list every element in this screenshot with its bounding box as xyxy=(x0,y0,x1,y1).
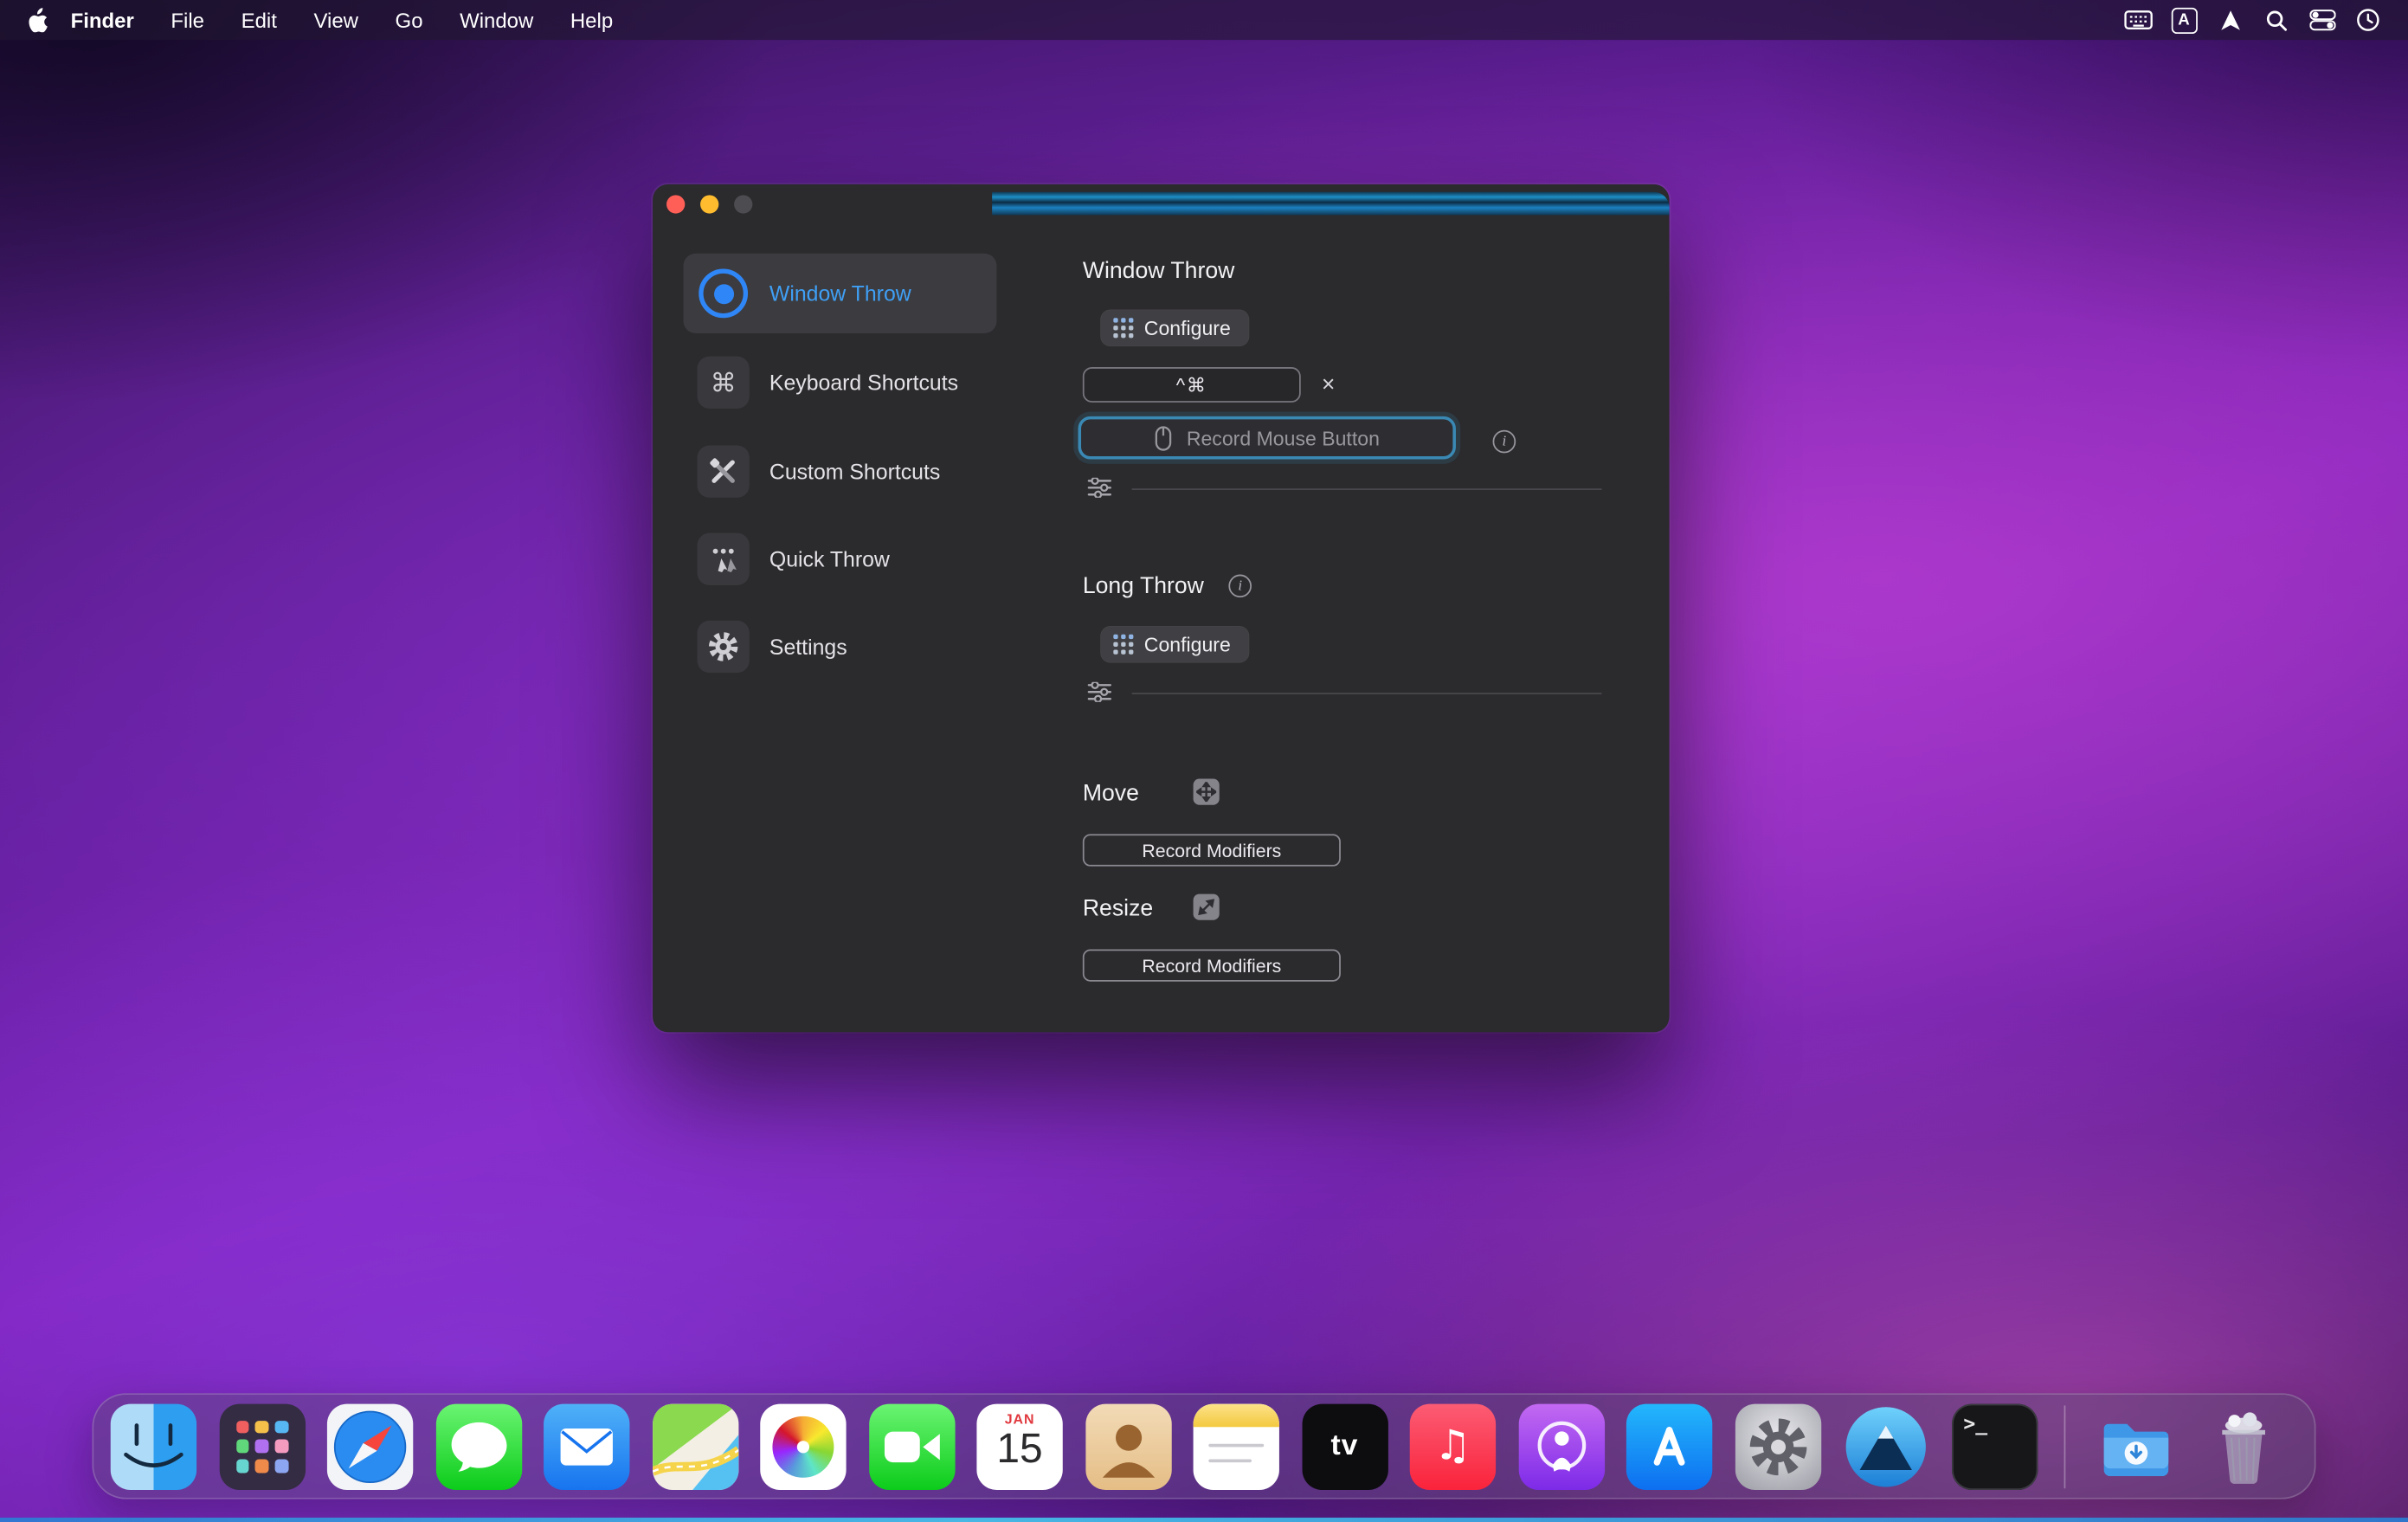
titlebar-accent-stripes xyxy=(992,192,1669,216)
resize-icon xyxy=(1194,894,1220,920)
resize-label: Resize xyxy=(1083,895,1153,921)
location-icon[interactable] xyxy=(2214,6,2244,34)
configure-long-throw-button[interactable]: Configure xyxy=(1101,627,1249,662)
sidebar-item-settings[interactable]: Settings xyxy=(684,607,997,687)
sidebar-item-label: Quick Throw xyxy=(769,547,890,571)
info-icon[interactable]: i xyxy=(1493,430,1516,454)
record-mouse-button-field[interactable]: Record Mouse Button xyxy=(1078,416,1456,460)
divider xyxy=(1132,488,1602,490)
dock-terminal[interactable]: >_ xyxy=(1951,1403,2037,1489)
wallpaper-horizon-line xyxy=(0,1518,2408,1522)
dock-contacts[interactable] xyxy=(1085,1403,1170,1489)
sidebar-item-quick-throw[interactable]: Quick Throw xyxy=(684,519,997,599)
sidebar-item-keyboard-shortcuts[interactable]: ⌘ Keyboard Shortcuts xyxy=(684,343,997,422)
record-modifiers-resize-button[interactable]: Record Modifiers xyxy=(1083,949,1341,981)
menu-edit[interactable]: Edit xyxy=(222,9,295,32)
dock-app-store[interactable] xyxy=(1626,1403,1712,1489)
apple-menu-icon[interactable] xyxy=(22,6,52,34)
sidebar-item-label: Custom Shortcuts xyxy=(769,459,940,483)
menu-bar: Finder File Edit View Go Window Help A xyxy=(0,0,2408,40)
dock-separator xyxy=(2064,1405,2066,1488)
sidebar-item-label: Window Throw xyxy=(769,281,911,306)
zoom-window-button[interactable] xyxy=(734,195,752,213)
long-throw-info-icon[interactable]: i xyxy=(1228,575,1252,598)
menu-file[interactable]: File xyxy=(152,9,222,32)
menu-window[interactable]: Window xyxy=(441,9,552,32)
dock-trash[interactable] xyxy=(2200,1403,2286,1489)
sidebar-item-label: Settings xyxy=(769,635,847,659)
dock-window-app[interactable] xyxy=(1843,1403,1928,1489)
configure-window-throw-button[interactable]: Configure xyxy=(1101,310,1249,345)
record-mouse-placeholder: Record Mouse Button xyxy=(1187,426,1380,449)
grid-icon xyxy=(1113,635,1133,655)
mouse-icon xyxy=(1155,425,1172,451)
dock-calendar[interactable]: JAN 15 xyxy=(976,1403,1062,1489)
close-window-button[interactable] xyxy=(666,195,685,213)
dock-system-preferences[interactable] xyxy=(1735,1403,1820,1489)
shortcut-value: ^⌘ xyxy=(1176,373,1207,397)
keyboard-shortcut-field[interactable]: ^⌘ xyxy=(1083,367,1301,403)
music-note-icon: ♫ xyxy=(1410,1403,1496,1489)
gear-icon xyxy=(698,621,750,673)
sidebar-item-custom-shortcuts[interactable]: Custom Shortcuts xyxy=(684,432,997,512)
dock-launchpad[interactable] xyxy=(219,1403,305,1489)
input-source-icon[interactable]: A xyxy=(2168,6,2199,34)
record-modifiers-move-button[interactable]: Record Modifiers xyxy=(1083,834,1341,866)
dock-facetime[interactable] xyxy=(868,1403,954,1489)
clock-icon[interactable] xyxy=(2353,6,2383,34)
section-title-long-throw: Long Throw xyxy=(1083,573,1204,599)
minimize-window-button[interactable] xyxy=(700,195,718,213)
search-icon[interactable] xyxy=(2261,6,2291,34)
calendar-day: 15 xyxy=(976,1425,1062,1473)
options-sliders-icon[interactable] xyxy=(1087,682,1111,702)
section-title-window-throw: Window Throw xyxy=(1083,258,1235,284)
dock-downloads-folder[interactable] xyxy=(2092,1403,2178,1489)
menu-help[interactable]: Help xyxy=(552,9,632,32)
tv-label: tv xyxy=(1302,1403,1387,1489)
dock-photos[interactable] xyxy=(760,1403,846,1489)
move-label: Move xyxy=(1083,780,1139,806)
app-window: Window Throw ⌘ Keyboard Shortcuts Custom… xyxy=(653,184,1670,1032)
dock-safari[interactable] xyxy=(327,1403,413,1489)
move-icon xyxy=(1194,779,1220,805)
dock: JAN 15 tv ♫ xyxy=(92,1393,2315,1499)
dock-maps[interactable] xyxy=(652,1403,737,1489)
keyboard-icon[interactable] xyxy=(2122,6,2153,34)
active-app-name[interactable]: Finder xyxy=(52,9,152,32)
dock-notes[interactable] xyxy=(1194,1403,1279,1489)
menu-go[interactable]: Go xyxy=(377,9,441,32)
dock-mail[interactable] xyxy=(544,1403,629,1489)
sidebar-item-window-throw[interactable]: Window Throw xyxy=(684,254,997,333)
record-circle-icon xyxy=(698,268,750,319)
sidebar-item-label: Keyboard Shortcuts xyxy=(769,371,958,395)
terminal-prompt: >_ xyxy=(1963,1412,1987,1435)
clear-shortcut-button[interactable]: × xyxy=(1311,367,1345,401)
options-sliders-icon[interactable] xyxy=(1087,478,1111,498)
command-key-icon: ⌘ xyxy=(698,357,750,409)
crossed-tools-icon xyxy=(698,446,750,498)
dock-music[interactable]: ♫ xyxy=(1410,1403,1496,1489)
desktop-wallpaper: Finder File Edit View Go Window Help A xyxy=(0,0,2408,1522)
divider xyxy=(1132,693,1602,694)
dock-podcasts[interactable] xyxy=(1518,1403,1604,1489)
grid-icon xyxy=(1113,318,1133,338)
dots-and-cursors-icon xyxy=(698,533,750,585)
dock-finder[interactable] xyxy=(111,1403,196,1489)
control-center-icon[interactable] xyxy=(2307,6,2337,34)
dock-tv[interactable]: tv xyxy=(1302,1403,1387,1489)
dock-messages[interactable] xyxy=(435,1403,521,1489)
close-icon: × xyxy=(1322,372,1336,396)
menu-view[interactable]: View xyxy=(295,9,377,32)
